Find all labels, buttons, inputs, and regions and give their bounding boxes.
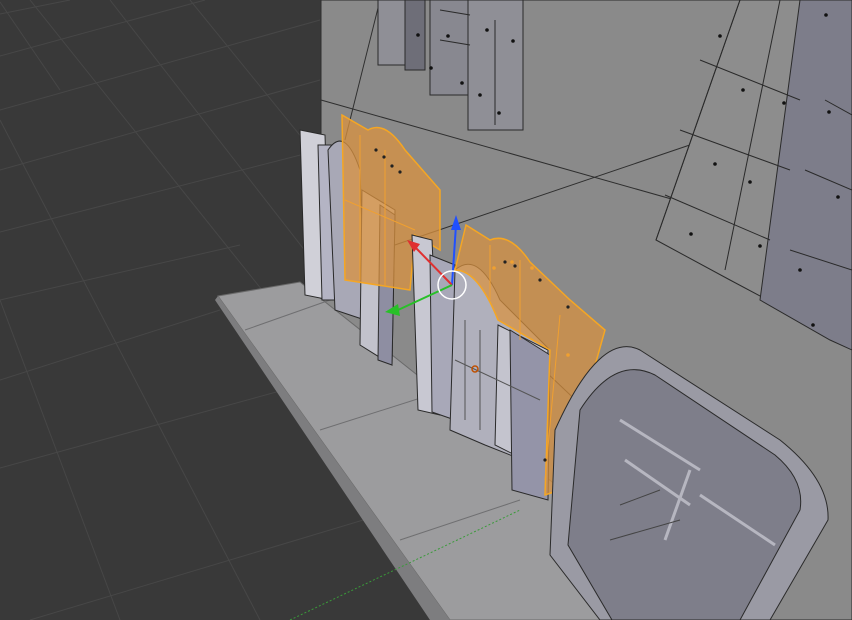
3d-viewport[interactable] <box>0 0 852 620</box>
